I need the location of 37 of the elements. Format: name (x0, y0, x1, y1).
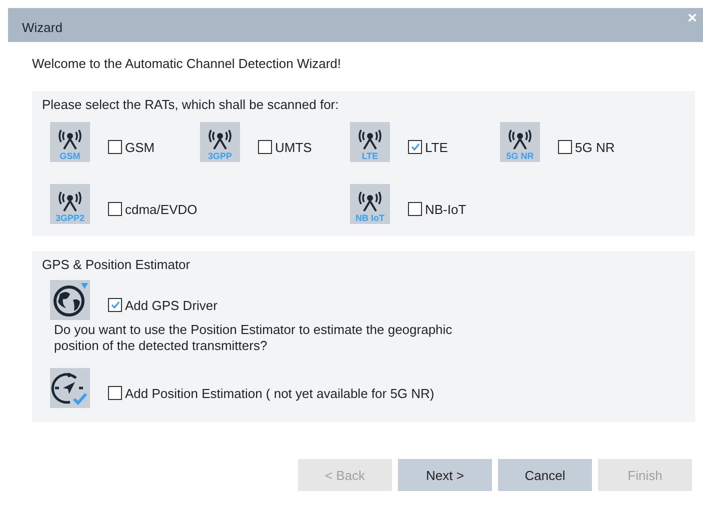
badge-label: 3GPP (208, 151, 232, 162)
window-title: Wizard (22, 20, 62, 34)
checkbox[interactable] (408, 140, 422, 154)
welcome-text: Welcome to the Automatic Channel Detection Wizard! (32, 56, 342, 71)
checkbox[interactable] (258, 140, 272, 154)
check-icon (110, 301, 120, 309)
checkbox-label[interactable]: LTE (425, 140, 448, 154)
checkbox[interactable] (558, 140, 572, 154)
checkbox-label[interactable]: UMTS (275, 140, 312, 154)
checkbox-label[interactable]: Add Position Estimation ( not yet available for 5G NR) (125, 386, 434, 400)
checkbox[interactable] (108, 386, 122, 400)
checkbox-label[interactable]: cdma/EVDO (125, 202, 198, 216)
antenna-icon (357, 129, 383, 151)
antenna-icon (507, 129, 533, 151)
panel-heading: Please select the RATs, which shall be scanned for: (42, 97, 340, 112)
checkbox-label[interactable]: GSM (125, 140, 155, 154)
wizard-button[interactable]: Next > (398, 459, 492, 491)
checkbox[interactable] (108, 298, 122, 312)
checkbox-label[interactable]: NB-IoT (425, 202, 466, 216)
wizard-button[interactable]: Cancel (498, 459, 592, 491)
antenna-icon (57, 191, 83, 213)
checkbox-label[interactable]: Add GPS Driver (125, 298, 218, 312)
panel-heading: GPS & Position Estimator (42, 257, 192, 272)
badge-label: GSM (60, 151, 80, 162)
badge-label: 3GPP2 (55, 213, 85, 224)
badge-label: 5G NR (506, 151, 534, 162)
checkbox[interactable] (408, 202, 422, 216)
check-icon (410, 143, 420, 151)
checkbox[interactable] (108, 140, 122, 154)
antenna-icon (357, 191, 383, 213)
antenna-icon (57, 129, 83, 151)
badge-label: NB IoT (356, 213, 384, 224)
antenna-icon (207, 129, 233, 151)
checkbox-label[interactable]: 5G NR (575, 140, 615, 154)
question-text: Do you want to use the Position Estimator to estimate the geographic position of the detected transmitters? (54, 322, 454, 354)
checkbox[interactable] (108, 202, 122, 216)
badge-label: LTE (362, 151, 378, 162)
